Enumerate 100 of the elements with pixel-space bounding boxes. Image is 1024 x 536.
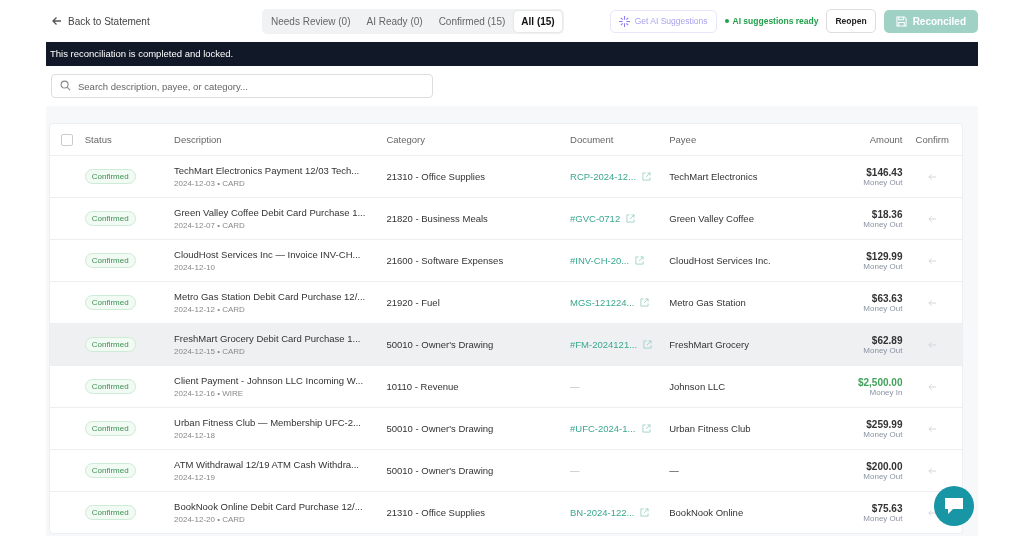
transaction-meta: 2024-12-19 [174, 473, 216, 482]
category-text: 21310 - Office Supplies [386, 171, 485, 182]
back-arrow-icon[interactable] [927, 508, 937, 517]
status-badge: Confirmed [84, 505, 136, 520]
column-header: Status [84, 134, 113, 145]
payee-text: Metro Gas Station [669, 297, 746, 308]
direction-text: Money Out [863, 513, 903, 523]
payee-text: FreshMart Grocery [669, 339, 749, 350]
document-link[interactable]: #FM-2024121... [570, 339, 638, 350]
category-text: 50010 - Owner's Drawing [386, 465, 494, 476]
column-header: Payee [669, 134, 698, 145]
amount-text: $63.63 [871, 292, 903, 304]
back-link[interactable]: Back to Statement [52, 15, 262, 27]
document-link[interactable]: #INV-CH-20... [570, 255, 630, 266]
payee-text: — [669, 465, 679, 476]
document-link[interactable]: BN-2024-122... [570, 507, 635, 518]
external-link-icon[interactable] [641, 424, 651, 433]
direction-text: Money Out [863, 345, 903, 355]
search-field[interactable]: Search description, payee, or category... [51, 74, 433, 98]
column-header: Category [386, 134, 426, 145]
payee-text: Johnson LLC [669, 381, 726, 392]
transaction-meta: 2024-12-10 [174, 263, 216, 272]
direction-text: Money In [869, 387, 903, 397]
transaction-description: TechMart Electronics Payment 12/03 Tech... [174, 165, 361, 176]
category-text: 10110 - Revenue [386, 381, 459, 392]
status-badge: Confirmed [84, 463, 136, 478]
category-text: 21820 - Business Meals [386, 213, 488, 224]
document-link[interactable]: MGS-121224... [570, 297, 635, 308]
document-link[interactable]: RCP-2024-12... [570, 171, 637, 182]
category-text: 21310 - Office Supplies [386, 507, 485, 518]
direction-text: Money Out [863, 303, 903, 313]
filter-tab[interactable]: All (15) [514, 10, 562, 32]
payee-text: Urban Fitness Club [669, 423, 751, 434]
category-text: 21600 - Software Expenses [386, 255, 504, 266]
reopen-button[interactable]: Reopen [826, 9, 876, 33]
empty-document: — [570, 381, 580, 392]
amount-text: $146.43 [866, 166, 903, 178]
locked-banner: This reconciliation is completed and locked. [46, 42, 978, 66]
select-all-checkbox[interactable] [61, 133, 74, 146]
sparkle-icon [618, 15, 630, 27]
external-link-icon[interactable] [643, 340, 653, 349]
category-text: 21920 - Fuel [386, 297, 440, 308]
status-badge: Confirmed [84, 169, 136, 184]
external-link-icon[interactable] [640, 298, 650, 307]
amount-text: $75.63 [871, 502, 903, 514]
column-header: Description [174, 134, 223, 145]
transaction-description: FreshMart Grocery Debit Card Purchase 1... [174, 333, 362, 344]
filter-tab[interactable]: AI Ready (0) [359, 10, 430, 32]
status-badge: Confirmed [84, 379, 136, 394]
status-badge: Confirmed [84, 211, 136, 226]
category-text: 50010 - Owner's Drawing [386, 423, 494, 434]
transaction-description: BookNook Online Debit Card Purchase 12/... [174, 501, 364, 512]
empty-document: — [570, 465, 580, 476]
external-link-icon[interactable] [635, 256, 645, 265]
amount-text: $200.00 [866, 460, 903, 472]
status-badge: Confirmed [84, 337, 136, 352]
transaction-meta: 2024-12-07 • CARD [174, 221, 246, 230]
status-badge: Confirmed [84, 253, 136, 268]
transaction-description: Metro Gas Station Debit Card Purchase 12/... [174, 291, 367, 302]
amount-text: $259.99 [866, 418, 903, 430]
column-header: Document [570, 134, 615, 145]
external-link-icon[interactable] [640, 508, 650, 517]
document-link[interactable]: #UFC-2024-1... [570, 423, 636, 434]
transaction-meta: 2024-12-16 • WIRE [174, 389, 245, 398]
payee-text: Green Valley Coffee [669, 213, 754, 224]
transaction-meta: 2024-12-20 • CARD [174, 515, 246, 524]
column-header: Confirm [914, 134, 950, 145]
transaction-description: Urban Fitness Club — Membership UFC-2... [174, 417, 362, 428]
highlighted-row[interactable]: Confirmed FreshMart Grocery Debit Card Purchase 1... 2024-12-15 • CARD 50010 - Owner's Drawing #FM-2024121... FreshMart Grocery $62.89 Money Out [50, 323, 962, 365]
external-link-icon[interactable] [642, 172, 652, 181]
payee-text: BookNook Online [669, 507, 744, 518]
filter-tab[interactable]: Confirmed (15) [431, 10, 513, 32]
amount-text: $62.89 [871, 334, 903, 346]
ai-status-text: AI suggestions ready [732, 16, 819, 26]
transaction-meta: 2024-12-12 • CARD [174, 305, 246, 314]
transaction-meta: 2024-12-18 [174, 431, 216, 440]
back-arrow-icon [52, 16, 62, 26]
payee-text: TechMart Electronics [669, 171, 758, 182]
amount-text: $18.36 [871, 208, 903, 220]
column-header: Amount [868, 134, 903, 145]
transaction-description: CloudHost Services Inc — Invoice INV-CH... [174, 249, 362, 260]
direction-text: Money Out [863, 261, 903, 271]
amount-text: $2,500.00 [857, 376, 903, 388]
status-badge: Confirmed [84, 295, 136, 310]
direction-text: Money Out [863, 219, 903, 229]
transaction-meta: 2024-12-15 • CARD [174, 347, 246, 356]
amount-text: $129.99 [866, 250, 903, 262]
save-icon [895, 15, 907, 27]
document-link[interactable]: #GVC-0712 [570, 213, 621, 224]
transaction-description: Green Valley Coffee Debit Card Purchase 1... [174, 207, 367, 218]
direction-text: Money Out [863, 471, 903, 481]
transaction-meta: 2024-12-03 • CARD [174, 179, 246, 188]
category-text: 50010 - Owner's Drawing [386, 339, 494, 350]
transaction-description: ATM Withdrawal 12/19 ATM Cash Withdra... [174, 459, 360, 470]
chat-bubble-icon [944, 497, 964, 515]
direction-text: Money Out [863, 177, 903, 187]
status-badge: Confirmed [84, 421, 136, 436]
filter-tab[interactable]: Needs Review (0) [264, 10, 358, 32]
external-link-icon[interactable] [626, 214, 636, 223]
direction-text: Money Out [863, 429, 903, 439]
